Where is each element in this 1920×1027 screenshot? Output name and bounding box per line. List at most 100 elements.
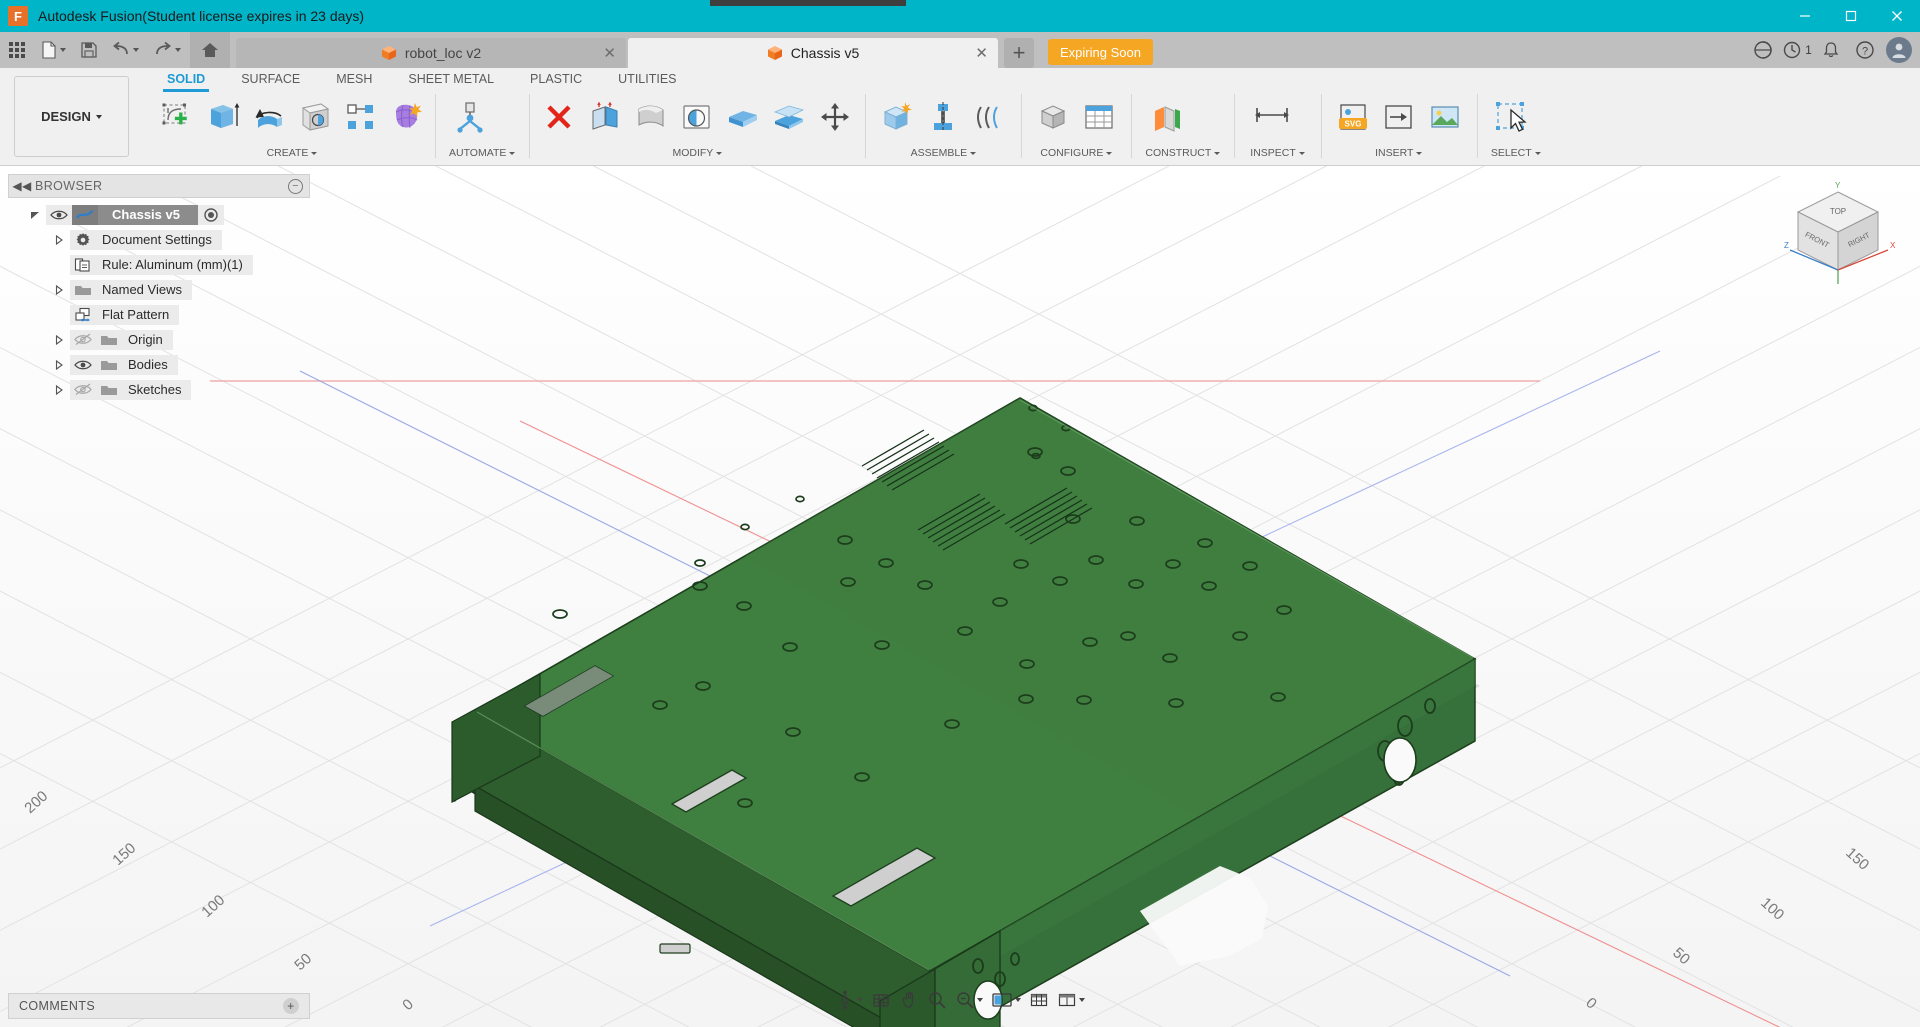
expand-arrow-icon[interactable]	[48, 359, 70, 371]
panel-label-modify[interactable]: MODIFY	[537, 144, 857, 162]
delete-icon[interactable]	[537, 92, 581, 142]
panel-label-automate[interactable]: AUTOMATE	[449, 144, 516, 162]
automated-modeling-icon[interactable]	[449, 92, 493, 142]
tree-item-named-views[interactable]: Named Views	[8, 277, 310, 302]
avatar[interactable]	[1886, 37, 1912, 63]
tree-item-rule-aluminum[interactable]: Rule: Aluminum (mm)(1)	[8, 252, 310, 277]
tree-item-flat-pattern[interactable]: Flat Pattern	[8, 302, 310, 327]
tree-item-origin[interactable]: Origin	[8, 327, 310, 352]
measure-icon[interactable]	[1250, 92, 1294, 142]
ribbon-tab-mesh[interactable]: MESH	[318, 68, 390, 90]
document-tab-label: robot_loc v2	[404, 45, 482, 61]
new-document-button[interactable]	[32, 35, 74, 65]
expand-arrow-icon[interactable]	[48, 284, 70, 296]
joint-icon[interactable]	[921, 92, 965, 142]
unfold-icon[interactable]	[629, 92, 673, 142]
create-form-icon[interactable]	[385, 92, 429, 142]
tree-item-label: Bodies	[122, 354, 178, 375]
panel-label-configure[interactable]: CONFIGURE	[1031, 144, 1121, 162]
window-drag-handle[interactable]	[710, 0, 906, 6]
ribbon-tab-solid[interactable]: SOLID	[149, 68, 223, 92]
zoom-icon[interactable]	[924, 988, 950, 1012]
minimize-button[interactable]	[1782, 0, 1828, 32]
visibility-eye-hidden-icon[interactable]	[70, 329, 96, 350]
insert-canvas-icon[interactable]	[1423, 92, 1467, 142]
help-icon[interactable]: ?	[1848, 33, 1882, 67]
job-status-icon[interactable]: 1	[1780, 33, 1814, 67]
add-comment-icon[interactable]: +	[283, 998, 299, 1014]
close-icon[interactable]: ✕	[975, 44, 988, 62]
document-tab-chassis[interactable]: Chassis v5 ✕	[628, 38, 998, 68]
offset-face-icon[interactable]	[767, 92, 811, 142]
tree-item-chassis[interactable]: Chassis v5	[8, 202, 310, 227]
browser-minimize-icon[interactable]: −	[288, 178, 303, 194]
collapse-icon[interactable]: ◀◀	[9, 179, 35, 193]
redo-button[interactable]	[146, 35, 188, 65]
viewports-icon[interactable]	[1054, 988, 1088, 1012]
grid-apps-icon[interactable]	[2, 35, 32, 65]
expiring-soon-badge[interactable]: Expiring Soon	[1048, 39, 1153, 65]
undo-button[interactable]	[104, 35, 146, 65]
ribbon-tab-plastic[interactable]: PLASTIC	[512, 68, 600, 90]
ribbon-tab-sheet-metal[interactable]: SHEET METAL	[390, 68, 512, 90]
panel-create: CREATE	[149, 90, 435, 164]
offset-plane-icon[interactable]	[1145, 92, 1189, 142]
create-sketch-icon[interactable]	[155, 92, 199, 142]
comments-panel[interactable]: COMMENTS +	[8, 993, 310, 1019]
pan-grid-icon[interactable]	[868, 988, 894, 1012]
visibility-eye-hidden-icon[interactable]	[70, 379, 96, 400]
expand-arrow-icon[interactable]	[48, 334, 70, 346]
revolve-icon[interactable]	[247, 92, 291, 142]
expand-arrow-icon[interactable]	[24, 209, 46, 221]
tree-item-document-settings[interactable]: Document Settings	[8, 227, 310, 252]
select-icon[interactable]	[1491, 92, 1535, 142]
save-button[interactable]	[74, 35, 104, 65]
tree-item-sketches[interactable]: Sketches	[8, 377, 310, 402]
panel-label-create[interactable]: CREATE	[155, 144, 429, 162]
panel-label-inspect[interactable]: INSPECT	[1250, 144, 1305, 162]
motion-link-icon[interactable]	[967, 92, 1011, 142]
expand-arrow-icon[interactable]	[48, 234, 70, 246]
notifications-bell-icon[interactable]	[1814, 33, 1848, 67]
configuration-icon[interactable]	[1031, 92, 1075, 142]
move-copy-icon[interactable]	[813, 92, 857, 142]
extension-manager-icon[interactable]	[1746, 33, 1780, 67]
ribbon-tab-surface[interactable]: SURFACE	[223, 68, 318, 90]
visibility-eye-icon[interactable]	[46, 204, 72, 225]
home-button[interactable]	[190, 32, 230, 68]
document-tab-robot-loc[interactable]: robot_loc v2 ✕	[236, 38, 626, 68]
close-button[interactable]	[1874, 0, 1920, 32]
panel-label-assemble[interactable]: ASSEMBLE	[875, 144, 1011, 162]
panel-label-select[interactable]: SELECT	[1491, 144, 1541, 162]
close-icon[interactable]: ✕	[603, 44, 616, 62]
panel-label-construct[interactable]: CONSTRUCT	[1145, 144, 1221, 162]
configuration-table-icon[interactable]	[1077, 92, 1121, 142]
extrude-icon[interactable]	[201, 92, 245, 142]
insert-derive-icon[interactable]	[1377, 92, 1421, 142]
pan-hand-icon[interactable]	[896, 988, 922, 1012]
flange-icon[interactable]	[721, 92, 765, 142]
tree-item-bodies[interactable]: Bodies	[8, 352, 310, 377]
zoom-window-icon[interactable]	[952, 988, 986, 1012]
view-cube[interactable]: TOP FRONT RIGHT Z X Y	[1778, 180, 1898, 290]
workspace-canvas[interactable]: 200 150 100 50 0 50 100 150 100 50 0 50 …	[0, 166, 1920, 1027]
visibility-eye-icon[interactable]	[70, 354, 96, 375]
panel-title: INSPECT	[1250, 147, 1296, 159]
activate-component-radio[interactable]	[198, 204, 224, 225]
maximize-button[interactable]	[1828, 0, 1874, 32]
expand-arrow-icon[interactable]	[48, 384, 70, 396]
grid-snaps-icon[interactable]	[1026, 988, 1052, 1012]
orbit-icon[interactable]	[832, 988, 866, 1012]
workspace-switcher[interactable]: DESIGN	[14, 76, 129, 157]
ribbon-tab-label: MESH	[336, 72, 373, 86]
refold-icon[interactable]	[675, 92, 719, 142]
new-tab-button[interactable]: +	[1004, 38, 1034, 68]
new-component-icon[interactable]	[875, 92, 919, 142]
panel-label-insert[interactable]: INSERT	[1331, 144, 1467, 162]
rib-icon[interactable]	[339, 92, 383, 142]
display-settings-icon[interactable]	[988, 988, 1024, 1012]
sweep-icon[interactable]	[293, 92, 337, 142]
ribbon-tab-utilities[interactable]: UTILITIES	[600, 68, 694, 90]
bend-icon[interactable]	[583, 92, 627, 142]
insert-svg-icon[interactable]: SVG	[1331, 92, 1375, 142]
